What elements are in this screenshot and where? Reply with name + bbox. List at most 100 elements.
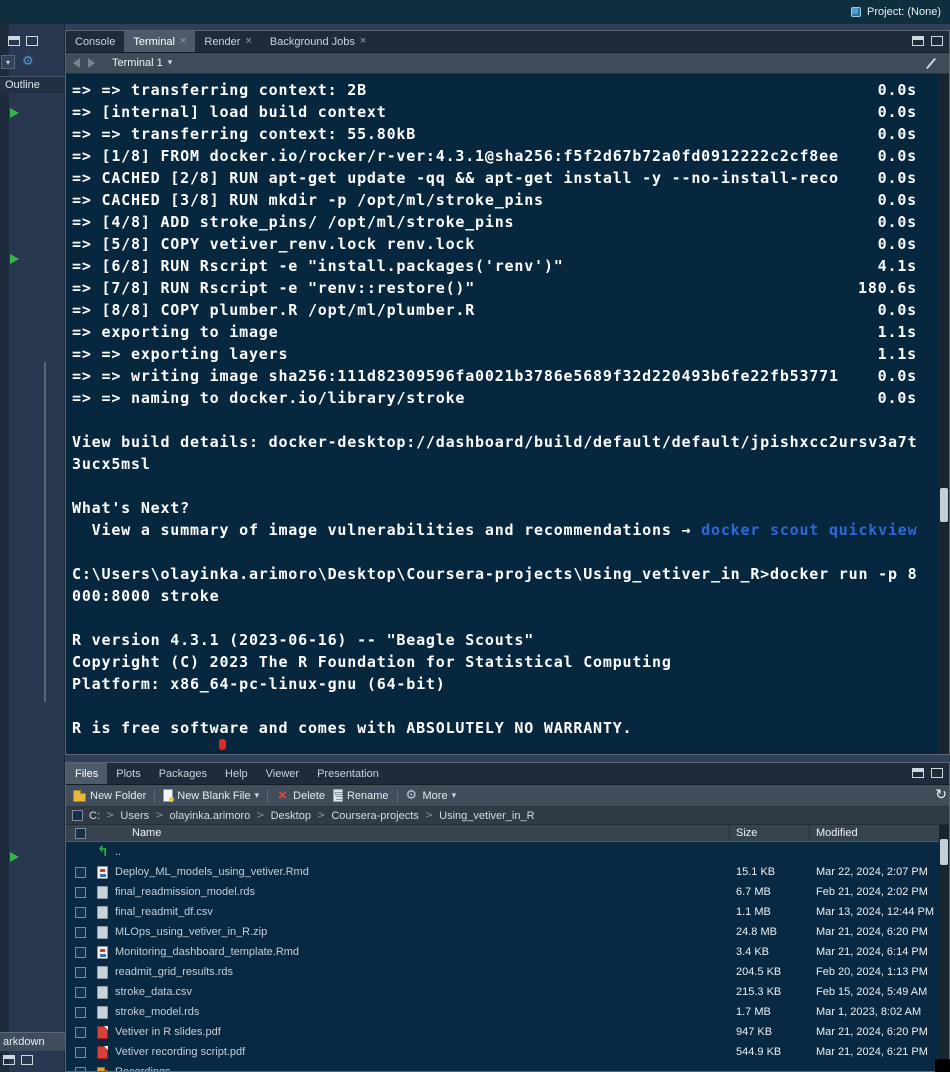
file-row[interactable]: ..: [66, 842, 939, 862]
breadcrumb-segment[interactable]: Using_vetiver_in_R: [439, 810, 534, 822]
files-pane-tab-help[interactable]: Help: [216, 763, 257, 784]
files-pane-tab-packages[interactable]: Packages: [150, 763, 216, 784]
terminal-pane-tab-terminal[interactable]: Terminal ×: [124, 31, 196, 52]
row-checkbox[interactable]: [75, 986, 86, 998]
breadcrumb-segment[interactable]: Desktop: [271, 810, 311, 822]
row-checkbox[interactable]: [75, 1026, 86, 1038]
breadcrumb-segment[interactable]: C:: [89, 810, 100, 822]
terminal-pane-tab-console[interactable]: Console: [66, 31, 124, 52]
pane-minimize-icon[interactable]: [912, 768, 924, 778]
files-pane-tab-viewer[interactable]: Viewer: [257, 763, 308, 784]
pane-minimize-icon[interactable]: [3, 1055, 15, 1065]
file-row[interactable]: final_readmission_model.rds 6.7 MB Feb 21,…: [66, 882, 939, 902]
files-pane-tab-presentation[interactable]: Presentation: [308, 763, 388, 784]
file-row[interactable]: Deploy_ML_models_using_vetiver.Rmd 15.1 K…: [66, 862, 939, 882]
terminal-line: [72, 475, 939, 497]
outline-button[interactable]: Outline: [0, 76, 65, 93]
breadcrumb-checkbox[interactable]: [72, 810, 83, 821]
row-checkbox[interactable]: [75, 926, 86, 938]
files-pane-tab-files[interactable]: Files: [66, 763, 108, 784]
pane-maximize-icon[interactable]: [26, 36, 38, 46]
breadcrumb-segment[interactable]: Coursera-projects: [331, 810, 418, 822]
forward-arrow-icon[interactable]: [88, 58, 95, 68]
rename-icon: [332, 789, 343, 802]
clear-terminal-icon[interactable]: [924, 57, 937, 70]
project-label[interactable]: Project: (None): [867, 6, 941, 18]
terminal-line-text: View build details: docker-desktop://das…: [72, 433, 917, 451]
terminal-line: => [internal] load build context 0.0s: [72, 101, 939, 123]
pane-maximize-icon[interactable]: [21, 1055, 33, 1065]
select-all-checkbox[interactable]: [75, 827, 86, 839]
run-chunk-icon[interactable]: [10, 108, 19, 118]
sidebar-scrollbar[interactable]: [44, 362, 46, 702]
file-row[interactable]: stroke_data.csv 215.3 KB Feb 15, 2024, 5:4…: [66, 982, 939, 1002]
terminal-output[interactable]: => => transferring context: 2B 0.0s => [in…: [66, 74, 939, 754]
pane-minimize-icon[interactable]: [912, 36, 924, 46]
file-row[interactable]: Monitoring_dashboard_template.Rmd 3.4 KB M…: [66, 942, 939, 962]
terminal-line: C:\Users\olayinka.arimoro\Desktop\Course…: [72, 563, 939, 585]
row-checkbox[interactable]: [75, 966, 86, 978]
scrollbar-thumb[interactable]: [940, 488, 948, 522]
run-chunk-icon[interactable]: [10, 852, 19, 862]
breadcrumb-segment[interactable]: Users: [120, 810, 149, 822]
file-name[interactable]: Vetiver recording script.pdf: [115, 1046, 245, 1058]
file-row[interactable]: Recordings: [66, 1062, 939, 1071]
row-checkbox[interactable]: [75, 1046, 86, 1058]
file-name[interactable]: Vetiver in R slides.pdf: [115, 1026, 221, 1038]
row-checkbox[interactable]: [75, 1006, 86, 1018]
files-scrollbar[interactable]: [939, 825, 949, 1071]
file-name[interactable]: Deploy_ML_models_using_vetiver.Rmd: [115, 866, 309, 878]
close-tab-icon[interactable]: ×: [360, 36, 366, 47]
file-row[interactable]: final_readmit_df.csv 1.1 MB Mar 13, 2024, …: [66, 902, 939, 922]
back-arrow-icon[interactable]: [73, 58, 80, 68]
column-header-name[interactable]: Name: [132, 827, 161, 839]
terminal-selector[interactable]: Terminal 1 ▾: [112, 57, 172, 69]
rmarkdown-tab[interactable]: arkdown: [0, 1032, 65, 1051]
pane-maximize-icon[interactable]: [931, 36, 943, 46]
run-chunk-icon[interactable]: [10, 254, 19, 264]
file-name[interactable]: stroke_model.rds: [115, 1006, 199, 1018]
file-row[interactable]: readmit_grid_results.rds 204.5 KB Feb 20, …: [66, 962, 939, 982]
file-name[interactable]: Recordings: [115, 1066, 171, 1071]
column-header-size[interactable]: Size: [736, 827, 757, 839]
new-folder-button[interactable]: New Folder: [73, 789, 146, 802]
file-name[interactable]: stroke_data.csv: [115, 986, 192, 998]
terminal-text-segment: => => transferring context: 2B: [72, 81, 367, 99]
refresh-icon[interactable]: ↻: [935, 787, 947, 803]
rename-button[interactable]: Rename: [332, 789, 389, 802]
more-button[interactable]: More▾: [406, 788, 457, 803]
row-checkbox[interactable]: [75, 946, 86, 958]
delete-button[interactable]: Delete: [276, 787, 325, 804]
close-tab-icon[interactable]: ×: [180, 36, 186, 47]
dropdown-caret-icon[interactable]: ▾: [1, 55, 15, 69]
docker-scout-link[interactable]: docker scout quickview: [701, 521, 917, 539]
file-name[interactable]: final_readmission_model.rds: [115, 886, 255, 898]
terminal-text-segment: => => naming to docker.io/library/stroke: [72, 389, 466, 407]
pane-maximize-icon[interactable]: [931, 768, 943, 778]
file-row[interactable]: MLOps_using_vetiver_in_R.zip 24.8 MB Mar 2…: [66, 922, 939, 942]
file-name[interactable]: readmit_grid_results.rds: [115, 966, 233, 978]
breadcrumb-segment[interactable]: olayinka.arimoro: [170, 810, 251, 822]
terminal-pane-tab-background-jobs[interactable]: Background Jobs ×: [261, 31, 375, 52]
row-checkbox[interactable]: [75, 866, 86, 878]
file-name[interactable]: Monitoring_dashboard_template.Rmd: [115, 946, 299, 958]
file-name[interactable]: MLOps_using_vetiver_in_R.zip: [115, 926, 267, 938]
file-row[interactable]: Vetiver in R slides.pdf 947 KB Mar 21, 202…: [66, 1022, 939, 1042]
gear-icon[interactable]: ⚙: [22, 55, 34, 69]
file-name[interactable]: ..: [115, 846, 121, 858]
row-checkbox[interactable]: [75, 886, 86, 898]
file-name[interactable]: final_readmit_df.csv: [115, 906, 213, 918]
column-header-modified[interactable]: Modified: [816, 827, 858, 839]
terminal-pane-tab-render[interactable]: Render ×: [195, 31, 261, 52]
column-divider: [729, 825, 730, 841]
close-tab-icon[interactable]: ×: [245, 36, 251, 47]
new-blank-file-button[interactable]: New Blank File ▾: [163, 789, 259, 802]
files-pane-tab-plots[interactable]: Plots: [107, 763, 149, 784]
scrollbar-thumb[interactable]: [940, 839, 948, 865]
terminal-scrollbar[interactable]: [939, 74, 949, 754]
file-row[interactable]: stroke_model.rds 1.7 MB Mar 1, 2023, 8:02 …: [66, 1002, 939, 1022]
pane-minimize-icon[interactable]: [8, 36, 20, 46]
file-row[interactable]: Vetiver recording script.pdf 544.9 KB Mar …: [66, 1042, 939, 1062]
row-checkbox[interactable]: [75, 906, 86, 918]
row-checkbox[interactable]: [75, 1066, 86, 1071]
